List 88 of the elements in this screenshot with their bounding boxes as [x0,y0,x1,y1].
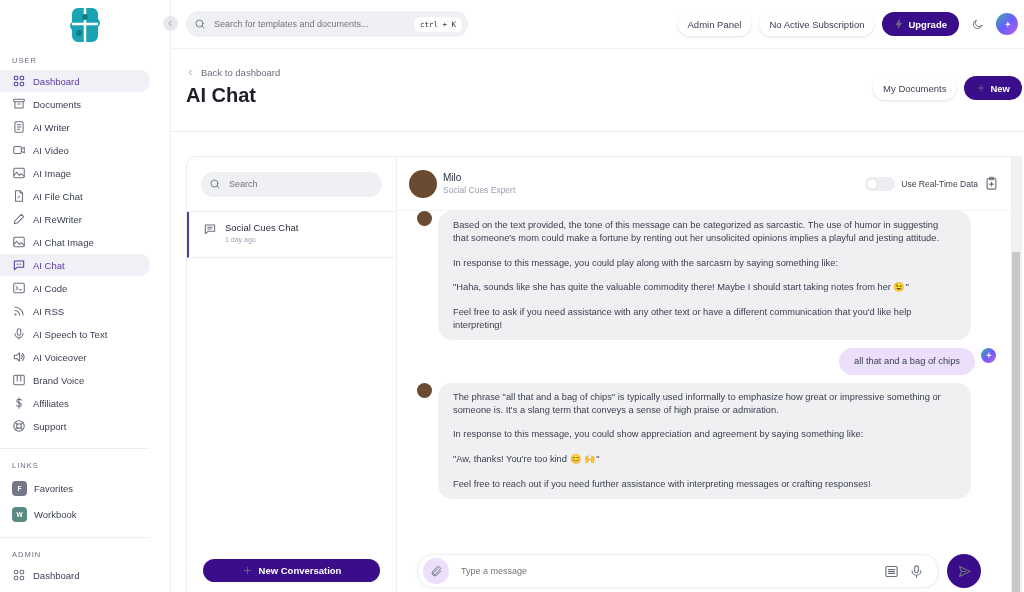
link-label: Workbook [34,508,77,520]
sidebar-item[interactable]: Dashboard [0,70,150,92]
message-text: "Aw, thanks! You're too kind 😊 🙌" [453,453,601,467]
sidebar-item[interactable]: AI File Chat [0,185,150,207]
realtime-toggle[interactable] [865,176,896,191]
logo-icon [68,6,102,44]
link-label: Favorites [34,482,74,494]
sidebar-item[interactable]: AI Writer [0,116,150,138]
sidebar-item[interactable]: AI Chat [0,254,150,276]
page-title: AI Chat [186,84,257,107]
new-conversation-button[interactable]: New Conversation [203,559,380,582]
message-text: Feel free to reach out if you need further assistance with interpreting messages or crafting responses! [453,478,872,491]
sidebar-item[interactable]: AI Voiceover [0,346,150,368]
columns-icon [12,373,26,387]
microphone-icon [909,563,924,579]
lifebuoy-icon [12,419,26,433]
microphone-icon [12,327,26,341]
user-avatar[interactable] [996,13,1018,35]
sidebar-item[interactable]: Support [0,415,150,437]
assistant-name: Milo [443,172,463,183]
sidebar-item[interactable]: AI Chat Image [0,231,150,253]
paperclip-icon [429,564,443,578]
photo-placeholder [417,382,432,398]
plus-icon [241,565,253,576]
sidebar-item[interactable]: Dashboard [0,564,150,586]
send-icon [956,563,972,579]
moon-icon [971,17,984,31]
sidebar-item[interactable]: Brand Voice [0,369,150,391]
chat-bubble-icon [203,222,217,236]
assistant-role: Social Cues Expert [443,185,516,195]
chevron-left-icon [186,68,195,77]
grid-icon [12,74,26,88]
search-field[interactable]: Search for templates and documents... [212,18,408,30]
clipboard-icon [984,176,999,191]
message-text: Based on the text provided, the tone of this message can be categorized as sarcastic. The use of humor in suggesting that someone's mom could make a fortune by renting out her unsolicited opinions implies a playful and jesting attitude. [453,219,940,245]
header-button[interactable]: Admin Panel [677,12,752,36]
sidebar-item[interactable]: AI ReWriter [0,208,150,230]
chevron-left-icon [166,19,175,28]
archive-icon [12,97,26,111]
template-button[interactable] [884,563,899,579]
message-field[interactable]: Type a message [459,565,874,577]
message-text: all that and a bag of chips [854,354,960,368]
back-link[interactable]: Back to dashboard [186,67,281,78]
search-icon [209,178,221,190]
file-icon [12,189,26,203]
speaker-icon [12,350,26,364]
realtime-label: Use Real-Time Data [901,178,978,189]
photo-placeholder [417,211,432,226]
message-text: "Haha, sounds like she has quite the valuable commodity there! Maybe I should start taking notes from her 😉" [453,281,910,295]
attach-button[interactable] [423,558,449,584]
sidebar-item[interactable]: Documents [0,93,150,115]
send-button[interactable] [947,554,981,588]
lightning-icon [894,19,905,29]
sidebar-item[interactable]: AI Image [0,162,150,184]
sidebar-item[interactable]: AI RSS [0,300,150,322]
sidebar-item[interactable]: Affiliates [0,392,150,414]
scrollbar[interactable] [1011,157,1021,592]
grid-icon [12,568,26,582]
message-text: The phrase "all that and a bag of chips" is typically used informally to emphasize how great or impressive something or someone is. It's a slang term that conveys a sense of high praise or admiration. [453,390,942,417]
rss-icon [12,304,26,318]
pencil-icon [12,212,26,226]
search-icon [194,18,206,30]
sidebar-item[interactable]: AI Speech to Text [0,323,150,345]
message-input[interactable]: Type a message [417,554,939,588]
clipboard-button[interactable] [984,176,999,191]
message-text: Feel free to ask if you need assistance with any other text or have a different communication that you'd like help interpreting! [453,306,913,332]
terminal-icon [12,281,26,295]
new-button[interactable]: New [964,76,1022,100]
image-icon [12,235,26,249]
message-text: In response to this message, you could show appreciation and agreement by saying something like: [453,428,865,442]
user-avatar [981,347,996,363]
conversation-title: Social Cues Chat [225,222,299,233]
image-icon [12,166,26,180]
sidebar-item[interactable]: AI Video [0,139,150,161]
chat-bubble-icon [12,258,26,272]
microphone-button[interactable] [909,563,924,579]
conversation-search-field[interactable]: Search [227,178,376,190]
list-icon [884,563,899,579]
document-icon [12,120,26,134]
photo-placeholder [409,169,437,198]
video-camera-icon [12,143,26,157]
upgrade-button[interactable]: Upgrade [882,12,959,36]
message-text: In response to this message, you could play along with the sarcasm by saying something like: [453,256,839,270]
my-documents-button[interactable]: My Documents [873,76,957,100]
sidebar-item[interactable]: AI Code [0,277,150,299]
plus-icon [976,83,987,93]
header-button[interactable]: No Active Subscription [759,12,875,36]
conversation-search-bar[interactable]: Search [201,171,382,197]
